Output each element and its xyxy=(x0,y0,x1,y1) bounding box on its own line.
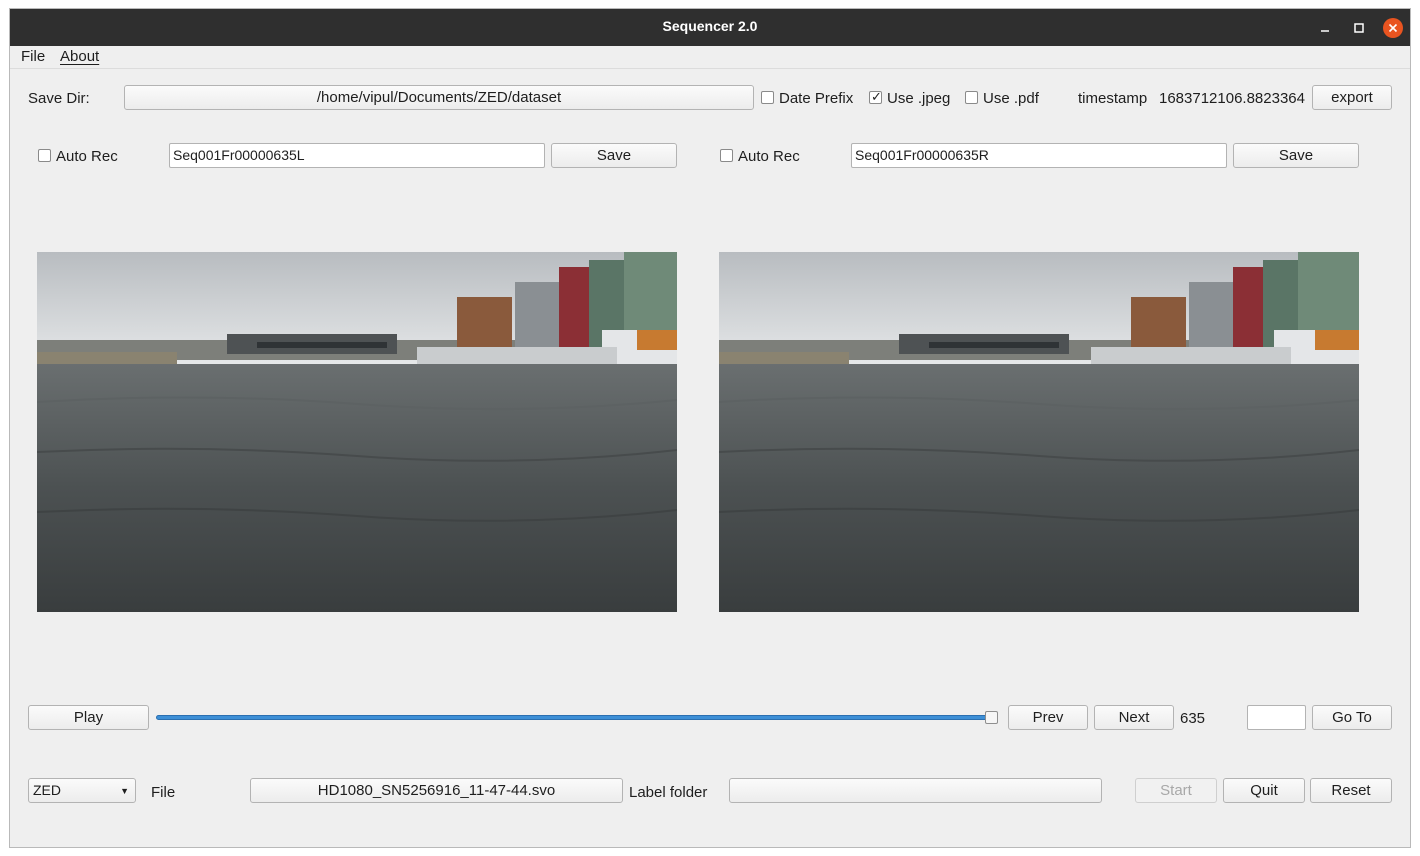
right-auto-rec-checkbox[interactable] xyxy=(720,149,733,162)
export-button[interactable]: export xyxy=(1312,85,1392,110)
left-camera-image xyxy=(37,252,677,612)
label-folder-label: Label folder xyxy=(629,784,708,801)
goto-button[interactable]: Go To xyxy=(1312,705,1392,730)
left-filename-input[interactable]: Seq001Fr00000635L xyxy=(169,143,545,168)
close-icon[interactable] xyxy=(1383,18,1403,38)
goto-input[interactable] xyxy=(1247,705,1306,730)
source-select[interactable]: ZED ▼ xyxy=(28,778,136,803)
menu-bar: File About xyxy=(10,46,1410,69)
start-button[interactable]: Start xyxy=(1135,778,1217,803)
menu-file[interactable]: File xyxy=(21,48,45,65)
frame-slider[interactable] xyxy=(156,715,994,720)
save-dir-button[interactable]: /home/vipul/Documents/ZED/dataset xyxy=(124,85,754,110)
next-button[interactable]: Next xyxy=(1094,705,1174,730)
source-select-value: ZED xyxy=(33,782,61,798)
file-button[interactable]: HD1080_SN5256916_11-47-44.svo xyxy=(250,778,623,803)
dropdown-arrow-icon: ▼ xyxy=(120,786,129,796)
label-folder-button[interactable] xyxy=(729,778,1102,803)
quit-button[interactable]: Quit xyxy=(1223,778,1305,803)
right-save-button[interactable]: Save xyxy=(1233,143,1359,168)
left-auto-rec-checkbox[interactable] xyxy=(38,149,51,162)
use-pdf-label: Use .pdf xyxy=(983,90,1039,107)
left-auto-rec-label: Auto Rec xyxy=(56,148,118,165)
slider-handle[interactable] xyxy=(985,711,999,724)
minimize-icon[interactable] xyxy=(1315,18,1335,38)
date-prefix-checkbox[interactable] xyxy=(761,91,774,104)
timestamp-label: timestamp xyxy=(1078,90,1148,107)
use-pdf-checkbox[interactable] xyxy=(965,91,978,104)
save-dir-label: Save Dir: xyxy=(28,90,90,107)
timestamp-value: 1683712106.8823364 xyxy=(1159,90,1305,107)
date-prefix-label: Date Prefix xyxy=(779,90,854,107)
window-title: Sequencer 2.0 xyxy=(662,18,758,34)
right-filename-input[interactable]: Seq001Fr00000635R xyxy=(851,143,1227,168)
maximize-icon[interactable] xyxy=(1349,18,1369,38)
title-bar: Sequencer 2.0 xyxy=(10,9,1410,46)
reset-button[interactable]: Reset xyxy=(1310,778,1392,803)
play-button[interactable]: Play xyxy=(28,705,149,730)
prev-button[interactable]: Prev xyxy=(1008,705,1088,730)
use-jpeg-checkbox[interactable]: ✓ xyxy=(869,89,882,104)
app-window: Sequencer 2.0 File About Save Dir: /home… xyxy=(9,8,1411,848)
left-save-button[interactable]: Save xyxy=(551,143,677,168)
use-jpeg-label: Use .jpeg xyxy=(887,90,951,107)
checkmark-icon: ✓ xyxy=(871,89,882,104)
right-auto-rec-label: Auto Rec xyxy=(738,148,800,165)
frame-number: 635 xyxy=(1180,710,1206,727)
file-label: File xyxy=(151,784,176,801)
right-camera-image xyxy=(719,252,1359,612)
menu-about[interactable]: About xyxy=(60,48,99,65)
